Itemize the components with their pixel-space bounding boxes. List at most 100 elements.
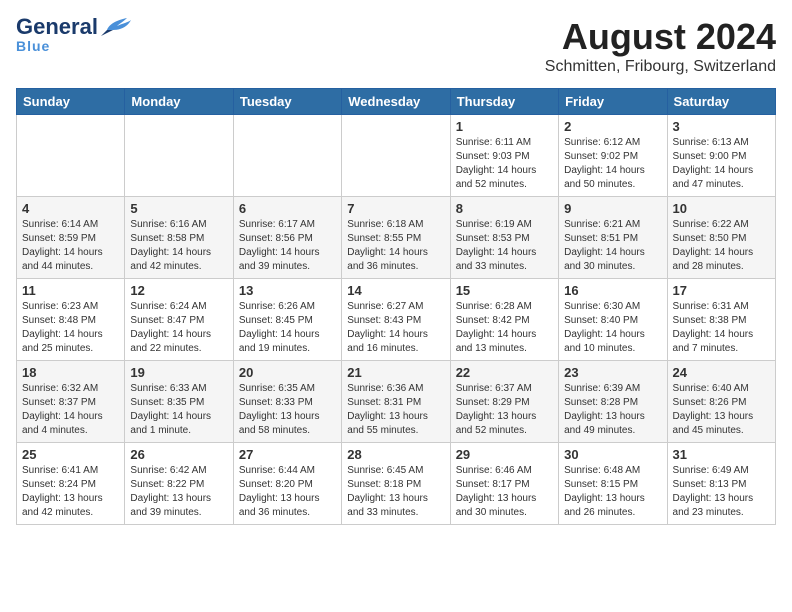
- day-number: 19: [130, 365, 227, 380]
- page-header: General Blue August 2024 Schmitten, Frib…: [16, 16, 776, 76]
- day-info: Sunrise: 6:26 AM Sunset: 8:45 PM Dayligh…: [239, 300, 336, 356]
- calendar-cell: 27Sunrise: 6:44 AM Sunset: 8:20 PM Dayli…: [233, 443, 341, 525]
- day-number: 17: [673, 283, 770, 298]
- calendar-cell: 12 Sunrise: 6:24 AM Sunset: 8:47 PM Dayli…: [125, 279, 233, 361]
- day-number: 11: [22, 283, 119, 298]
- calendar-cell: 22 Sunrise: 6:37 AM Sunset: 8:29 PM Dayli…: [450, 361, 558, 443]
- day-info: Sunrise: 6:16 AM Sunset: 8:58 PM Dayligh…: [130, 218, 227, 274]
- day-number: 12: [130, 283, 227, 298]
- day-number: 13: [239, 283, 336, 298]
- day-info: Sunrise: 6:32 AM Sunset: 8:37 PM Dayligh…: [22, 382, 119, 438]
- calendar-cell: 14 Sunrise: 6:27 AM Sunset: 8:43 PM Dayli…: [342, 279, 450, 361]
- calendar-cell: 19 Sunrise: 6:33 AM Sunset: 8:35 PM Dayli…: [125, 361, 233, 443]
- day-number: 16: [564, 283, 661, 298]
- day-number: 26: [130, 447, 227, 462]
- calendar-cell: 24Sunrise: 6:40 AM Sunset: 8:26 PM Dayli…: [667, 361, 775, 443]
- day-info: Sunrise: 6:49 AM Sunset: 8:13 PM Dayligh…: [673, 464, 770, 520]
- day-info: Sunrise: 6:19 AM Sunset: 8:53 PM Dayligh…: [456, 218, 553, 274]
- calendar-cell: [125, 115, 233, 197]
- day-info: Sunrise: 6:37 AM Sunset: 8:29 PM Dayligh…: [456, 382, 553, 438]
- day-info: Sunrise: 6:24 AM Sunset: 8:47 PM Dayligh…: [130, 300, 227, 356]
- location-title: Schmitten, Fribourg, Switzerland: [545, 58, 776, 76]
- day-info: Sunrise: 6:12 AM Sunset: 9:02 PM Dayligh…: [564, 136, 661, 192]
- calendar-cell: 1Sunrise: 6:11 AM Sunset: 9:03 PM Daylig…: [450, 115, 558, 197]
- day-number: 1: [456, 119, 553, 134]
- day-number: 4: [22, 201, 119, 216]
- day-info: Sunrise: 6:39 AM Sunset: 8:28 PM Dayligh…: [564, 382, 661, 438]
- day-number: 14: [347, 283, 444, 298]
- calendar-table: SundayMondayTuesdayWednesdayThursdayFrid…: [16, 88, 776, 525]
- calendar-cell: 20 Sunrise: 6:35 AM Sunset: 8:33 PM Dayli…: [233, 361, 341, 443]
- logo-blue-text: Blue: [16, 38, 50, 54]
- day-info: Sunrise: 6:17 AM Sunset: 8:56 PM Dayligh…: [239, 218, 336, 274]
- calendar-cell: 3 Sunrise: 6:13 AM Sunset: 9:00 PM Daylig…: [667, 115, 775, 197]
- day-info: Sunrise: 6:22 AM Sunset: 8:50 PM Dayligh…: [673, 218, 770, 274]
- day-info: Sunrise: 6:13 AM Sunset: 9:00 PM Dayligh…: [673, 136, 770, 192]
- weekday-header-sunday: Sunday: [17, 89, 125, 115]
- day-info: Sunrise: 6:14 AM Sunset: 8:59 PM Dayligh…: [22, 218, 119, 274]
- day-number: 10: [673, 201, 770, 216]
- calendar-cell: 7 Sunrise: 6:18 AM Sunset: 8:55 PM Daylig…: [342, 197, 450, 279]
- day-info: Sunrise: 6:35 AM Sunset: 8:33 PM Dayligh…: [239, 382, 336, 438]
- weekday-header-monday: Monday: [125, 89, 233, 115]
- calendar-cell: 8 Sunrise: 6:19 AM Sunset: 8:53 PM Daylig…: [450, 197, 558, 279]
- day-info: Sunrise: 6:27 AM Sunset: 8:43 PM Dayligh…: [347, 300, 444, 356]
- day-info: Sunrise: 6:45 AM Sunset: 8:18 PM Dayligh…: [347, 464, 444, 520]
- calendar-cell: 13 Sunrise: 6:26 AM Sunset: 8:45 PM Dayli…: [233, 279, 341, 361]
- calendar-week-row: 4 Sunrise: 6:14 AM Sunset: 8:59 PM Daylig…: [17, 197, 776, 279]
- calendar-cell: 9 Sunrise: 6:21 AM Sunset: 8:51 PM Daylig…: [559, 197, 667, 279]
- day-number: 21: [347, 365, 444, 380]
- calendar-cell: [233, 115, 341, 197]
- day-number: 24: [673, 365, 770, 380]
- day-info: Sunrise: 6:23 AM Sunset: 8:48 PM Dayligh…: [22, 300, 119, 356]
- calendar-cell: 10 Sunrise: 6:22 AM Sunset: 8:50 PM Dayli…: [667, 197, 775, 279]
- logo-general: General: [16, 16, 98, 38]
- day-number: 9: [564, 201, 661, 216]
- calendar-cell: 21Sunrise: 6:36 AM Sunset: 8:31 PM Dayli…: [342, 361, 450, 443]
- day-number: 3: [673, 119, 770, 134]
- day-info: Sunrise: 6:46 AM Sunset: 8:17 PM Dayligh…: [456, 464, 553, 520]
- day-info: Sunrise: 6:31 AM Sunset: 8:38 PM Dayligh…: [673, 300, 770, 356]
- calendar-cell: 15 Sunrise: 6:28 AM Sunset: 8:42 PM Dayli…: [450, 279, 558, 361]
- calendar-cell: 31 Sunrise: 6:49 AM Sunset: 8:13 PM Dayli…: [667, 443, 775, 525]
- calendar-cell: 26Sunrise: 6:42 AM Sunset: 8:22 PM Dayli…: [125, 443, 233, 525]
- day-number: 18: [22, 365, 119, 380]
- day-number: 30: [564, 447, 661, 462]
- weekday-header-wednesday: Wednesday: [342, 89, 450, 115]
- calendar-cell: 28Sunrise: 6:45 AM Sunset: 8:18 PM Dayli…: [342, 443, 450, 525]
- day-number: 22: [456, 365, 553, 380]
- day-info: Sunrise: 6:41 AM Sunset: 8:24 PM Dayligh…: [22, 464, 119, 520]
- calendar-cell: 29Sunrise: 6:46 AM Sunset: 8:17 PM Dayli…: [450, 443, 558, 525]
- calendar-week-row: 1Sunrise: 6:11 AM Sunset: 9:03 PM Daylig…: [17, 115, 776, 197]
- day-info: Sunrise: 6:21 AM Sunset: 8:51 PM Dayligh…: [564, 218, 661, 274]
- month-title: August 2024: [545, 16, 776, 58]
- day-number: 6: [239, 201, 336, 216]
- day-number: 31: [673, 447, 770, 462]
- day-number: 25: [22, 447, 119, 462]
- day-number: 5: [130, 201, 227, 216]
- day-info: Sunrise: 6:18 AM Sunset: 8:55 PM Dayligh…: [347, 218, 444, 274]
- day-info: Sunrise: 6:33 AM Sunset: 8:35 PM Dayligh…: [130, 382, 227, 438]
- calendar-cell: 2 Sunrise: 6:12 AM Sunset: 9:02 PM Daylig…: [559, 115, 667, 197]
- day-number: 2: [564, 119, 661, 134]
- calendar-cell: 23Sunrise: 6:39 AM Sunset: 8:28 PM Dayli…: [559, 361, 667, 443]
- calendar-cell: 17 Sunrise: 6:31 AM Sunset: 8:38 PM Dayli…: [667, 279, 775, 361]
- day-info: Sunrise: 6:28 AM Sunset: 8:42 PM Dayligh…: [456, 300, 553, 356]
- day-number: 15: [456, 283, 553, 298]
- weekday-header-friday: Friday: [559, 89, 667, 115]
- day-number: 8: [456, 201, 553, 216]
- weekday-header-tuesday: Tuesday: [233, 89, 341, 115]
- calendar-cell: 4 Sunrise: 6:14 AM Sunset: 8:59 PM Daylig…: [17, 197, 125, 279]
- calendar-cell: 11 Sunrise: 6:23 AM Sunset: 8:48 PM Dayli…: [17, 279, 125, 361]
- day-number: 7: [347, 201, 444, 216]
- calendar-week-row: 11 Sunrise: 6:23 AM Sunset: 8:48 PM Dayli…: [17, 279, 776, 361]
- logo-bird-icon: [101, 16, 133, 38]
- calendar-week-row: 25 Sunrise: 6:41 AM Sunset: 8:24 PM Dayli…: [17, 443, 776, 525]
- day-number: 20: [239, 365, 336, 380]
- title-block: August 2024 Schmitten, Fribourg, Switzer…: [545, 16, 776, 76]
- weekday-header-saturday: Saturday: [667, 89, 775, 115]
- day-info: Sunrise: 6:44 AM Sunset: 8:20 PM Dayligh…: [239, 464, 336, 520]
- calendar-cell: 16Sunrise: 6:30 AM Sunset: 8:40 PM Dayli…: [559, 279, 667, 361]
- weekday-header-thursday: Thursday: [450, 89, 558, 115]
- calendar-cell: 5 Sunrise: 6:16 AM Sunset: 8:58 PM Daylig…: [125, 197, 233, 279]
